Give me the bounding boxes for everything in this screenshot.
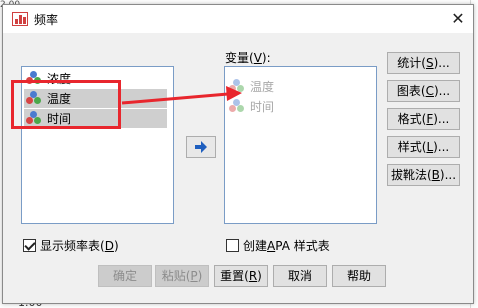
style-button[interactable]: 样式(L)... (387, 136, 460, 158)
help-button[interactable]: 帮助 (332, 265, 386, 287)
variables-label-text: 变量( (225, 51, 254, 65)
ok-button[interactable]: 确定 (98, 265, 152, 287)
checkbox-checked[interactable] (23, 239, 36, 252)
close-icon[interactable]: ✕ (445, 7, 471, 31)
bootstrap-button-key: B (431, 168, 440, 182)
title-bar: 频率 ✕ (3, 5, 473, 33)
bootstrap-button-suffix: )... (439, 168, 457, 182)
right-arrow-icon (195, 141, 207, 153)
charts-button-key: C (425, 84, 434, 98)
paste-button-key: P (190, 269, 198, 283)
paste-button-suffix: ) (197, 269, 203, 283)
style-button-label: 样式( (397, 140, 427, 154)
bootstrap-button-label: 拔靴法( (390, 168, 432, 182)
variables-label: 变量(V): (225, 49, 271, 66)
cancel-button[interactable]: 取消 (273, 265, 327, 287)
target-item-shijian[interactable]: 时间 (227, 97, 274, 116)
format-button-suffix: )... (433, 112, 450, 126)
charts-button[interactable]: 图表(C)... (387, 80, 460, 102)
reset-button-label: 重置( (220, 269, 249, 283)
style-button-suffix: )... (433, 140, 450, 154)
reset-button-key: R (248, 269, 258, 283)
charts-button-suffix: )... (433, 84, 451, 98)
statistics-button-key: S (425, 56, 434, 70)
move-to-variables-button[interactable] (186, 136, 216, 158)
statistics-button-suffix: )... (433, 56, 450, 70)
create-apa-table-checkbox[interactable]: 创建 A PA 样式表 (226, 237, 330, 254)
reset-button[interactable]: 重置(R) (214, 265, 268, 287)
format-button-label: 格式( (397, 112, 427, 126)
variables-label-key: V (253, 51, 262, 65)
format-button[interactable]: 格式(F)... (387, 108, 460, 130)
scale-variable-icon (229, 79, 246, 94)
list-item-label: 时间 (250, 100, 275, 114)
charts-button-label: 图表( (396, 84, 426, 98)
show-frequency-table-suffix: ) (113, 238, 119, 253)
list-item-label: 温度 (250, 80, 275, 94)
annotation-highlight-box (11, 80, 121, 129)
show-frequency-table-label: 显示频率表( (40, 239, 105, 253)
paste-button[interactable]: 粘贴(P) (155, 265, 209, 287)
variables-label-suffix: ): (261, 51, 271, 65)
target-variable-list[interactable]: 温度 时间 (224, 66, 377, 224)
statistics-button-label: 统计( (397, 56, 426, 70)
reset-button-suffix: ) (257, 269, 262, 283)
show-frequency-table-key: D (104, 238, 114, 253)
checkbox-unchecked[interactable] (226, 239, 239, 252)
create-apa-suffix: PA 样式表 (275, 239, 330, 253)
paste-button-label: 粘贴( (161, 269, 191, 283)
scale-variable-icon (229, 99, 246, 114)
chart-app-icon (12, 12, 28, 26)
frequency-dialog: 频率 ✕ 浓度 温度 时间 变量(V): 温度 时间 统计(S)... 图表(C… (2, 4, 474, 304)
show-frequency-table-checkbox[interactable]: 显示频率表(D) (23, 237, 119, 254)
create-apa-label: 创建 (243, 239, 268, 253)
target-item-wendu[interactable]: 温度 (227, 77, 274, 96)
create-apa-key: A (267, 238, 276, 253)
bootstrap-button[interactable]: 拔靴法(B)... (387, 164, 460, 186)
statistics-button[interactable]: 统计(S)... (387, 52, 460, 74)
dialog-title: 频率 (34, 13, 59, 27)
